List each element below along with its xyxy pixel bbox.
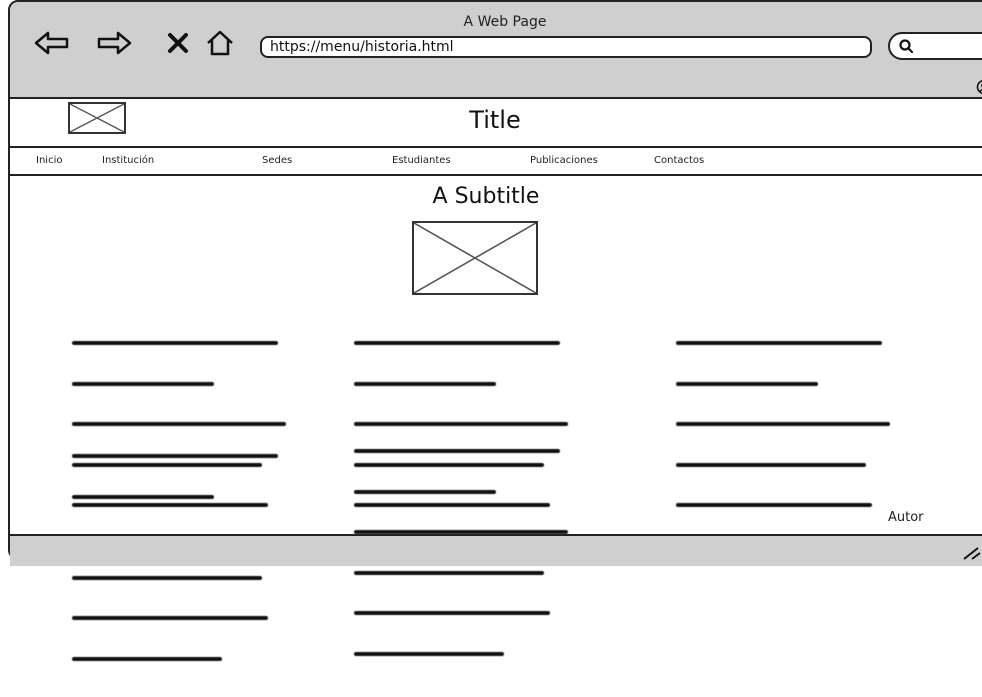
url-text: https://menu/historia.html: [270, 39, 454, 55]
author-label: Autor: [888, 510, 924, 525]
stop-button[interactable]: [158, 28, 198, 58]
page-title: Title: [10, 106, 980, 134]
image-placeholder-icon: [414, 223, 536, 293]
search-icon: [898, 38, 914, 54]
home-icon: [205, 29, 235, 57]
hero-image-placeholder: [412, 221, 538, 295]
arrow-left-icon: [34, 30, 70, 56]
browser-footer: [10, 534, 982, 566]
browser-toolbar: A Web Page https://menu/historia.html: [10, 2, 982, 79]
resize-handle-icon[interactable]: [960, 546, 982, 560]
page-header: Title: [10, 99, 982, 148]
back-button[interactable]: [32, 28, 72, 58]
menu-item-sedes[interactable]: Sedes: [262, 155, 292, 166]
window-title: A Web Page: [10, 14, 982, 30]
menu-item-estudiantes[interactable]: Estudiantes: [392, 155, 451, 166]
forward-button[interactable]: [94, 28, 134, 58]
menu-item-inicio[interactable]: Inicio: [36, 155, 62, 166]
search-box[interactable]: [888, 32, 982, 60]
account-icon[interactable]: [976, 79, 982, 95]
menu-item-contactos[interactable]: Contactos: [654, 155, 704, 166]
home-button[interactable]: [200, 28, 240, 58]
browser-window: A Web Page https://menu/historia.html: [8, 0, 982, 560]
arrow-right-icon: [96, 30, 132, 56]
menu-item-institucion[interactable]: Institución: [102, 155, 154, 166]
nav-menu: Inicio Institución Sedes Estudiantes Pub…: [10, 148, 982, 176]
page-subtitle: A Subtitle: [10, 184, 962, 209]
url-input[interactable]: https://menu/historia.html: [260, 36, 872, 58]
menu-item-publicaciones[interactable]: Publicaciones: [530, 155, 598, 166]
close-icon: [167, 32, 189, 54]
status-strip: [10, 77, 982, 99]
